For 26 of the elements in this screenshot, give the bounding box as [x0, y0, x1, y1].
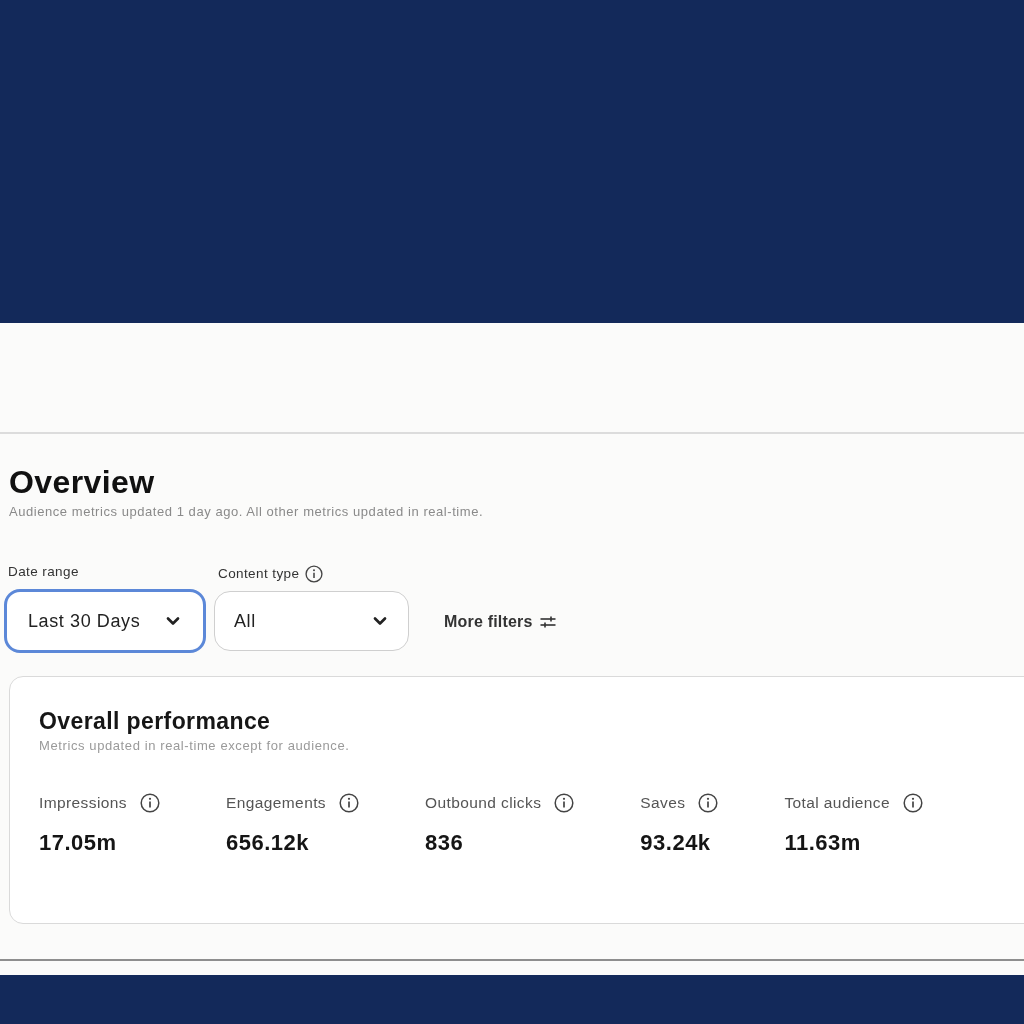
- card-title: Overall performance: [39, 707, 271, 735]
- info-icon: [305, 565, 324, 583]
- more-filters-button[interactable]: More filters: [444, 591, 556, 653]
- page-subtitle: Audience metrics updated 1 day ago. All other metrics updated in real-time.: [9, 504, 484, 520]
- metric-value: 836: [425, 829, 464, 857]
- page-title: Overview: [9, 464, 155, 500]
- metric-label: Engagements: [225, 793, 327, 813]
- metric-label: Saves: [640, 793, 686, 813]
- metric-label: Total audience: [784, 793, 890, 813]
- info-icon: [903, 793, 923, 813]
- info-icon: [139, 793, 160, 813]
- card-subtitle: Metrics updated in real-time except for audience.: [39, 738, 350, 753]
- metric-value: 17.05m: [39, 829, 117, 857]
- info-icon: [554, 793, 575, 813]
- sliders-icon: [539, 616, 556, 628]
- filter-dropdown[interactable]: Last 30 Days: [4, 589, 206, 653]
- filter-label: Date range: [8, 564, 79, 580]
- info-icon: [698, 793, 719, 813]
- metric-label: Impressions: [39, 793, 127, 813]
- filter-label: Content type: [218, 566, 300, 582]
- metric-label: Outbound clicks: [425, 793, 542, 813]
- info-icon: [339, 793, 360, 813]
- metric-value: 93.24k: [640, 829, 711, 857]
- filter-dropdown[interactable]: All: [214, 591, 409, 651]
- metric-value: 11.63m: [784, 829, 861, 857]
- metric-value: 656.12k: [225, 829, 309, 857]
